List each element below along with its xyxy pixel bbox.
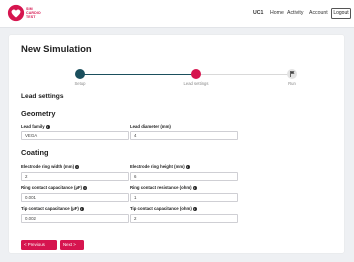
logout-button[interactable]: Logout — [331, 8, 351, 19]
previous-button[interactable]: < Previous — [21, 240, 57, 250]
simulation-card: New Simulation Setup Lead settings Run L… — [9, 35, 344, 253]
geometry-heading: Geometry — [21, 109, 56, 118]
info-icon[interactable]: i — [82, 186, 87, 191]
ring-resistance-label: Ring contact resistance (ohm) i — [130, 185, 197, 191]
ring-resistance-field[interactable]: 1 — [130, 193, 238, 202]
nav-account[interactable]: Account — [309, 10, 328, 17]
tip-resistance-label-text: Tip contact capacitance (ohm) — [130, 206, 192, 211]
step-run-label: Run — [288, 81, 296, 86]
info-icon[interactable]: i — [79, 207, 84, 212]
lead-family-field[interactable]: VEGA — [21, 131, 129, 140]
ring-capacitance-label: Ring contact capacitance (µF) i — [21, 185, 87, 191]
stepper-remaining-line — [196, 73, 292, 76]
ring-width-label-text: Electrode ring width (mm) — [21, 164, 74, 169]
nav-home[interactable]: Home — [270, 10, 284, 17]
ring-height-field[interactable]: 6 — [130, 172, 238, 181]
ring-height-label-text: Electrode ring height (mm) — [130, 164, 185, 169]
lead-diameter-field[interactable]: 4 — [130, 131, 238, 140]
top-navbar: SIM CARDIO TEST UC1 Home Activity Accoun… — [0, 0, 354, 28]
brand-name[interactable]: SIM CARDIO TEST — [26, 7, 41, 19]
step-setup-dot[interactable] — [75, 69, 85, 80]
brand-line-3: TEST — [26, 15, 36, 19]
ring-resistance-label-text: Ring contact resistance (ohm) — [130, 185, 192, 190]
next-button[interactable]: Next > — [60, 240, 84, 250]
stepper-progress-line — [80, 73, 196, 76]
ring-capacitance-label-text: Ring contact capacitance (µF) — [21, 185, 82, 190]
page-title: New Simulation — [21, 44, 92, 55]
tip-resistance-field[interactable]: 2 — [130, 214, 238, 223]
nav-uc1[interactable]: UC1 — [253, 10, 263, 17]
ring-capacitance-field[interactable]: 0.001 — [21, 193, 129, 202]
info-icon[interactable]: i — [45, 125, 50, 130]
step-run-dot[interactable] — [287, 69, 297, 80]
tip-capacitance-label: Tip contact capacitance (µF) i — [21, 206, 84, 212]
tip-capacitance-field[interactable]: 0.002 — [21, 214, 129, 223]
lead-diameter-label: Lead diameter (mm) — [130, 124, 171, 129]
step-lead-settings-label: Lead settings — [183, 81, 209, 86]
step-lead-settings-dot[interactable] — [191, 69, 201, 80]
info-icon[interactable]: i — [75, 165, 79, 170]
tip-capacitance-label-text: Tip contact capacitance (µF) — [21, 206, 79, 211]
flag-icon — [289, 71, 294, 78]
step-setup-label: Setup — [74, 81, 86, 86]
info-icon[interactable]: i — [185, 165, 190, 170]
lead-settings-heading: Lead settings — [21, 93, 64, 100]
info-icon[interactable]: i — [192, 207, 197, 212]
ring-width-field[interactable]: 2 — [21, 172, 129, 181]
coating-heading: Coating — [21, 148, 49, 157]
lead-family-label: Lead family i — [21, 124, 50, 130]
lead-family-label-text: Lead family — [21, 124, 45, 129]
tip-resistance-label: Tip contact capacitance (ohm) i — [130, 206, 197, 212]
ring-width-label: Electrode ring width (mm) i — [21, 164, 79, 170]
heart-logo-icon[interactable] — [7, 4, 25, 22]
ring-height-label: Electrode ring height (mm) i — [130, 164, 190, 170]
nav-activity[interactable]: Activity — [287, 10, 303, 17]
info-icon[interactable]: i — [192, 186, 197, 191]
